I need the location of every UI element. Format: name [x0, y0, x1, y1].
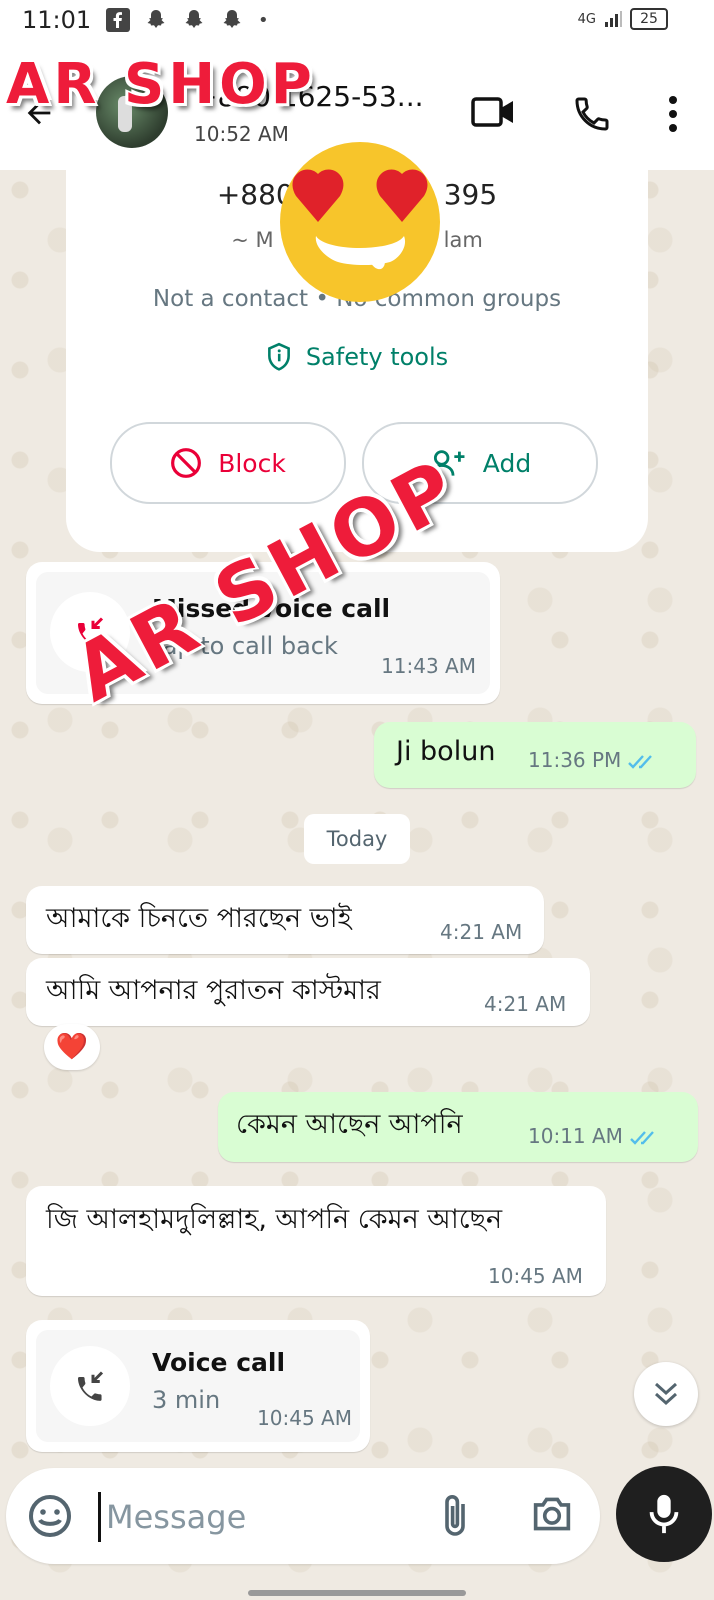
message-input[interactable]: [104, 1488, 428, 1546]
message-time: 10:11 AM: [528, 1124, 659, 1148]
notification-icons: •: [106, 8, 269, 32]
snapchat-icon: [147, 10, 165, 28]
camera-icon[interactable]: [530, 1494, 574, 1534]
snapchat-icon: [185, 10, 203, 28]
add-label: Add: [482, 448, 532, 478]
block-button[interactable]: Block: [110, 422, 346, 504]
system-status: 4G 25: [578, 8, 668, 30]
message-text: কেমন আছেন আপনি: [236, 1109, 463, 1140]
message-time: 11:36 PM: [528, 748, 657, 772]
last-seen: 10:52 AM: [194, 122, 289, 146]
call-duration: 3 min: [152, 1386, 221, 1414]
status-time: 11:01: [22, 6, 92, 34]
video-call-icon[interactable]: [470, 94, 516, 130]
double-chevron-down-icon: [654, 1382, 678, 1406]
safety-tools-link[interactable]: Safety tools: [66, 342, 648, 372]
message-text: Ji bolun: [396, 736, 496, 767]
shield-icon: [267, 342, 290, 371]
message-text: জি আলহামদুলিল্লাহ, আপনি কেমন আছেন: [46, 1204, 503, 1235]
message-time: 10:45 AM: [257, 1406, 352, 1430]
call-card: Voice call 3 min 10:45 AM: [36, 1330, 360, 1442]
scroll-to-bottom-button[interactable]: [634, 1362, 698, 1426]
voice-call-bubble[interactable]: Voice call 3 min 10:45 AM: [26, 1320, 370, 1452]
message-time: 4:21 AM: [440, 920, 523, 944]
heart-reaction-icon: ❤️: [55, 1032, 89, 1062]
more-vert-icon[interactable]: [666, 94, 680, 134]
double-tick-icon: [628, 754, 653, 769]
incoming-call-icon: [78, 1371, 104, 1401]
snapchat-icon: [223, 10, 241, 28]
incoming-message[interactable]: আমাকে চিনতে পারছেন ভাই 4:21 AM: [26, 886, 544, 954]
call-title: Voice call: [152, 1348, 286, 1377]
phone-icon[interactable]: [572, 94, 612, 134]
facebook-icon: [106, 8, 130, 32]
network-type: 4G: [577, 11, 596, 27]
incoming-message[interactable]: আমি আপনার পুরাতন কাস্টমার 4:21 AM: [26, 958, 590, 1026]
date-divider: Today: [304, 814, 410, 864]
message-composer: [6, 1468, 600, 1564]
outgoing-message[interactable]: কেমন আছেন আপনি 10:11 AM: [218, 1092, 698, 1162]
dot-icon: •: [258, 9, 269, 31]
incoming-message[interactable]: জি আলহামদুলিল্লাহ, আপনি কেমন আছেন 10:45 …: [26, 1186, 606, 1296]
battery-level: 25: [630, 8, 668, 30]
mic-button[interactable]: [616, 1466, 712, 1562]
gesture-bar[interactable]: [248, 1590, 466, 1596]
block-label: Block: [218, 448, 286, 478]
heart-eyes-emoji-icon: [280, 142, 440, 302]
signal-icon: [605, 11, 622, 27]
message-text: আমাকে চিনতে পারছেন ভাই: [46, 903, 352, 934]
reaction-badge[interactable]: ❤️: [44, 1024, 100, 1070]
message-time: 4:21 AM: [484, 992, 567, 1016]
text-cursor: [98, 1492, 101, 1542]
mic-icon: [649, 1494, 679, 1534]
watermark-top: AR SHOP: [6, 52, 316, 117]
outgoing-message[interactable]: Ji bolun 11:36 PM: [374, 722, 696, 788]
incoming-call-icon-wrap: [50, 1346, 130, 1426]
message-time: 11:43 AM: [381, 654, 476, 678]
safety-tools-label: Safety tools: [305, 343, 449, 371]
status-bar: 11:01 • 4G 25: [0, 0, 714, 44]
emoji-icon[interactable]: [26, 1492, 74, 1540]
message-time: 10:45 AM: [488, 1264, 583, 1288]
block-icon: [171, 448, 202, 478]
double-tick-icon: [630, 1130, 654, 1145]
attach-icon[interactable]: [438, 1492, 472, 1540]
message-text: আমি আপনার পুরাতন কাস্টমার: [46, 975, 381, 1006]
